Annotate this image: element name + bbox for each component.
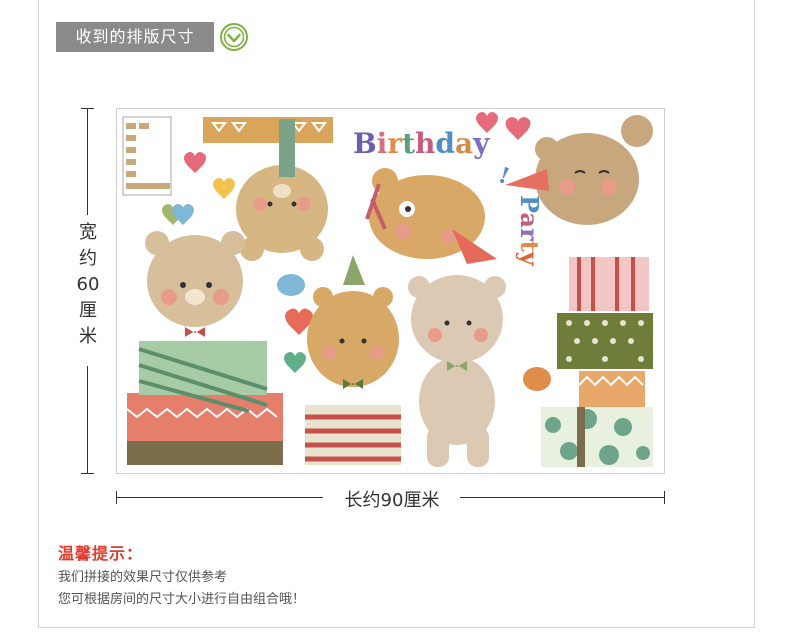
width-dimension-bottom-cap [81,473,94,474]
frame-right-line [754,0,755,628]
heart-sticker [284,352,306,373]
frame-bottom-line [38,627,755,628]
width-dimension-label: 宽约60厘米 [76,222,100,347]
svg-text:!: ! [495,162,513,190]
svg-text:Party: Party [515,195,544,267]
section-title-badge: 收到的排版尺寸 [56,22,214,52]
gift-box [541,407,653,467]
chick-sticker [523,367,551,391]
width-dimension-line-top [87,108,88,215]
width-dimension-line-bottom [87,366,88,474]
product-image-frame: Birthday ! Party [116,108,665,474]
gift-box [305,405,401,465]
frame-left-line [38,0,39,628]
birthday-lettering: Birthday [353,127,490,160]
length-dimension-line-right [460,497,665,498]
tips-title: 温馨提示： [58,544,144,563]
wall-sticker-illustration: Birthday ! Party [122,112,653,467]
heart-sticker [213,178,235,199]
gift-box [203,117,333,143]
check-circle-icon [220,23,248,51]
length-dimension-line-left [116,497,323,498]
length-dimension-right-cap [664,491,665,504]
heart-sticker [184,152,206,173]
tips-line-1: 我们拼接的效果尺寸仅供参考 [58,570,228,585]
length-dimension-label: 长约90厘米 [344,490,440,511]
heart-sticker [505,117,531,140]
bird-sticker [277,274,305,296]
tips-line-2: 您可根据房间的尺寸大小进行自由组合哦！ [58,592,306,607]
